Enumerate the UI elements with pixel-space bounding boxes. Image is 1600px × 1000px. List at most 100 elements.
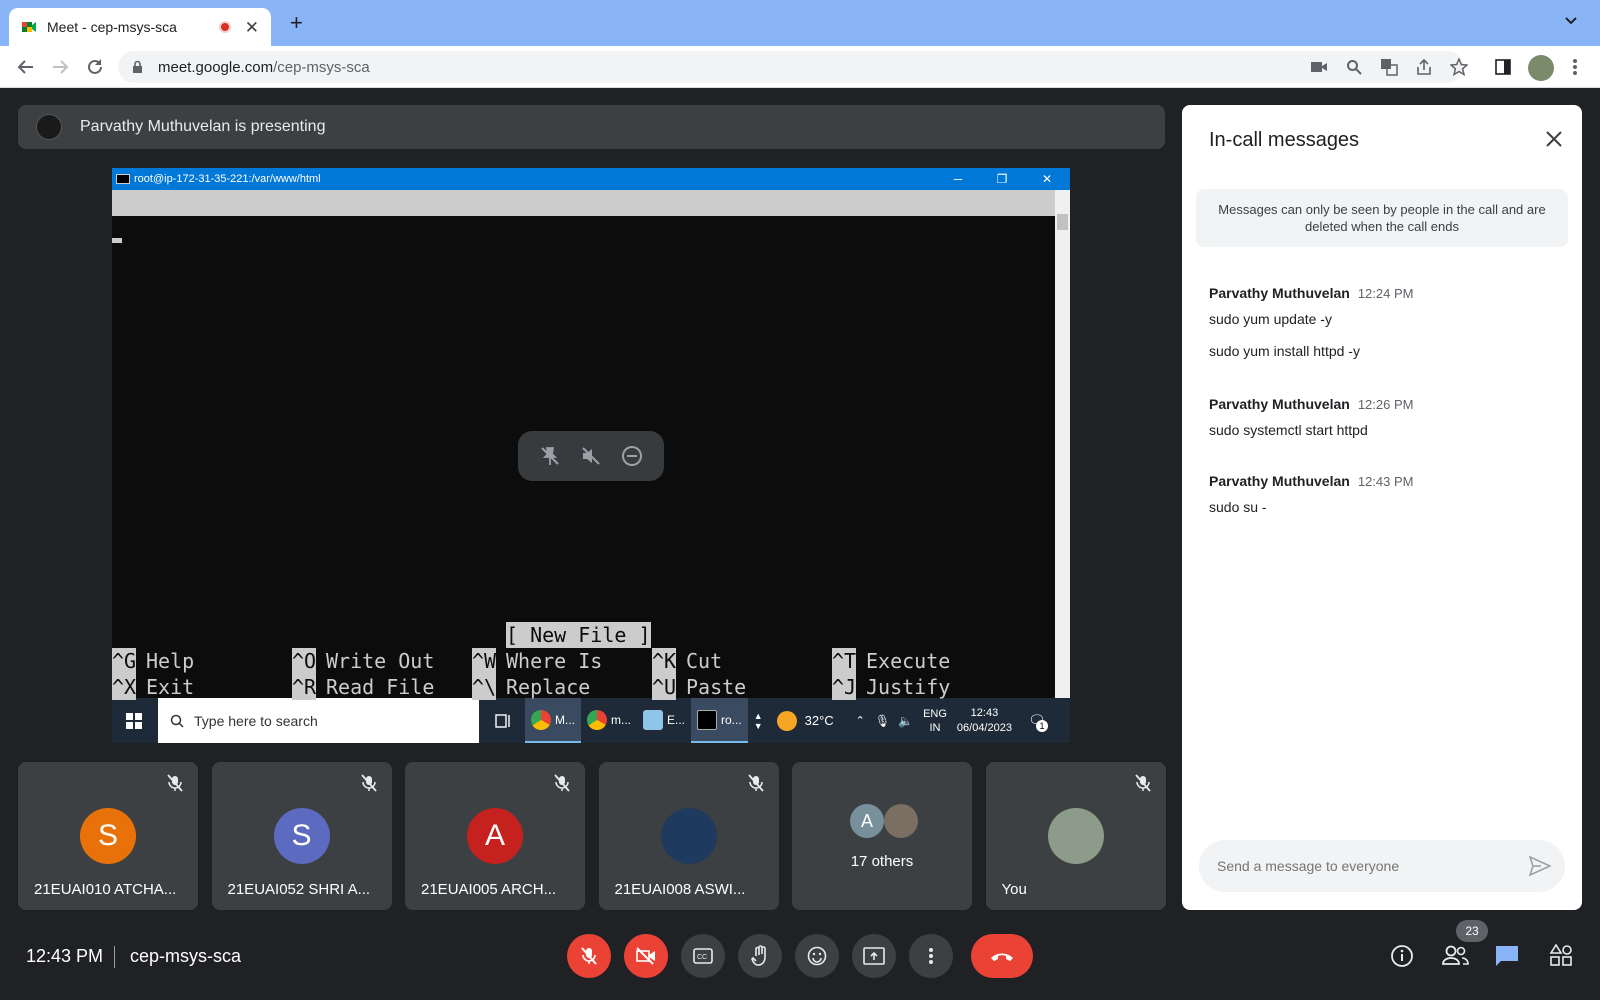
mute-audio-icon[interactable] — [580, 445, 602, 467]
message-sender: Parvathy Muthuvelan — [1209, 396, 1350, 412]
avatar: A — [467, 808, 523, 864]
chat-panel: In-call messages Messages can only be se… — [1182, 105, 1582, 910]
camera-icon[interactable] — [1310, 59, 1328, 75]
participant-name: 21EUAI005 ARCH... — [421, 881, 557, 898]
participant-tile[interactable]: S 21EUAI010 ATCHA... — [18, 762, 198, 910]
zoom-icon[interactable] — [1346, 59, 1362, 75]
share-icon[interactable] — [1416, 58, 1432, 76]
message-text: sudo yum update -y — [1209, 311, 1332, 327]
meeting-info-icon[interactable] — [1390, 944, 1414, 968]
participant-count-badge: 23 — [1456, 920, 1488, 942]
taskbar-app-chrome-meet: M... — [525, 698, 581, 743]
camera-toggle-button[interactable] — [624, 934, 668, 978]
translate-icon[interactable] — [1380, 58, 1398, 76]
send-icon[interactable] — [1529, 856, 1551, 876]
participant-tile[interactable]: A 21EUAI005 ARCH... — [405, 762, 585, 910]
people-icon[interactable] — [1441, 944, 1469, 966]
mic-off-icon — [747, 774, 764, 792]
nano-shortcut-label: Justify — [866, 675, 951, 699]
raise-hand-button[interactable] — [738, 934, 782, 978]
leave-call-button[interactable] — [971, 934, 1033, 978]
mic-off-icon — [1134, 774, 1151, 792]
activities-icon[interactable] — [1549, 944, 1573, 968]
chat-message: Parvathy Muthuvelan 12:24 PM sudo yum upda… — [1209, 285, 1413, 359]
back-arrow-icon[interactable] — [16, 57, 36, 77]
minimize-icon: ─ — [953, 172, 963, 186]
camera-off-icon — [636, 947, 655, 965]
muted-mic-indicator — [166, 774, 184, 792]
unpin-icon[interactable] — [539, 445, 561, 467]
tab-close-icon[interactable]: ✕ — [245, 19, 259, 36]
nano-header: GNU nano 5.8 index.html — [112, 190, 1055, 267]
profile-avatar[interactable] — [1528, 55, 1554, 81]
chat-icon[interactable] — [1494, 944, 1520, 968]
microphone-toggle-button[interactable] — [567, 934, 611, 978]
more-options-button[interactable] — [909, 934, 953, 978]
mic-off-icon — [581, 947, 597, 965]
terminal-scrollbar — [1055, 190, 1070, 698]
bookmark-star-icon[interactable] — [1450, 58, 1468, 76]
close-window-icon: ✕ — [1041, 172, 1053, 186]
present-icon — [863, 947, 885, 965]
taskbar-scroll-arrows: ▲ ▼ — [753, 710, 763, 731]
notification-icon: 🗨 1 — [1028, 712, 1048, 732]
tray-language: ENG IN — [923, 707, 947, 735]
forward-arrow-icon[interactable] — [50, 57, 70, 77]
side-panel-icon[interactable] — [1494, 58, 1512, 76]
new-tab-icon[interactable]: + — [290, 12, 303, 34]
url-domain: meet.google.com — [158, 58, 274, 76]
message-time: 12:43 PM — [1357, 474, 1414, 489]
present-screen-button[interactable] — [852, 934, 896, 978]
lang-region: IN — [929, 721, 941, 734]
reactions-button[interactable] — [795, 934, 839, 978]
participant-tile[interactable]: A 17 others — [792, 762, 972, 910]
participant-name: 21EUAI052 SHRI A... — [227, 881, 371, 898]
participant-name: 17 others — [850, 853, 914, 870]
nano-shortcut-key: ^U — [652, 674, 677, 700]
address-bar[interactable]: meet.google.com/cep-msys-sca — [118, 51, 1468, 83]
tray-clock: 12:43 06/04/2023 — [957, 706, 1012, 736]
nano-shortcut-label: Where Is — [506, 649, 603, 673]
tray-volume-icon: 🔈 — [898, 713, 914, 728]
chat-message: Parvathy Muthuvelan 12:43 PM sudo su - — [1209, 473, 1413, 515]
chat-input-box[interactable] — [1199, 840, 1565, 892]
participant-tile[interactable]: You — [985, 762, 1166, 910]
nano-shortcut-label: Execute — [866, 649, 951, 673]
participant-name: 21EUAI008 ASWI... — [614, 881, 746, 898]
browser-tab[interactable]: Meet - cep-msys-sca ✕ — [9, 8, 271, 46]
captions-icon: CC — [693, 948, 713, 964]
message-text: sudo systemctl start httpd — [1209, 422, 1368, 438]
taskbar-app-label: M... — [555, 712, 575, 727]
nano-shortcut-label: Replace — [506, 675, 591, 699]
nano-shortcut-key: ^G — [112, 648, 137, 674]
avatar — [660, 808, 717, 864]
participant-tile[interactable]: S 21EUAI052 SHRI A... — [211, 762, 392, 910]
weather-temp: 32°C — [804, 713, 834, 728]
muted-mic-indicator — [360, 774, 378, 792]
tray-mic-icon: 🎙 — [874, 713, 891, 728]
reload-icon[interactable] — [85, 57, 105, 77]
divider — [114, 946, 115, 968]
avatar: S — [80, 808, 136, 864]
windows-search-placeholder: Type here to search — [194, 712, 318, 729]
captions-button[interactable]: CC — [681, 934, 725, 978]
participant-tile[interactable]: 21EUAI008 ASWI... — [598, 762, 779, 910]
lock-icon — [133, 60, 142, 73]
nano-shortcut-key: ^R — [292, 674, 317, 700]
terminal-icon — [697, 709, 718, 730]
tab-title: Meet - cep-msys-sca — [47, 19, 177, 35]
hand-icon — [751, 945, 766, 966]
hang-up-icon — [991, 953, 1013, 961]
tray-time: 12:43 — [970, 706, 999, 719]
presenting-banner: Parvathy Muthuvelan is presenting — [18, 105, 1165, 149]
close-icon[interactable] — [1544, 129, 1564, 149]
meeting-code: cep-msys-sca — [130, 946, 242, 966]
chat-message: Parvathy Muthuvelan 12:26 PM sudo systemct… — [1209, 396, 1413, 438]
taskbar-app-terminal: ro... — [691, 698, 748, 743]
remove-icon[interactable] — [621, 445, 643, 467]
meeting-clock: 12:43 PM — [26, 946, 104, 966]
chrome-menu-icon[interactable] — [1572, 58, 1578, 76]
tab-search-chevron-icon[interactable] — [1564, 16, 1578, 26]
chat-message-input[interactable] — [1217, 858, 1507, 874]
chrome-icon — [587, 709, 607, 730]
